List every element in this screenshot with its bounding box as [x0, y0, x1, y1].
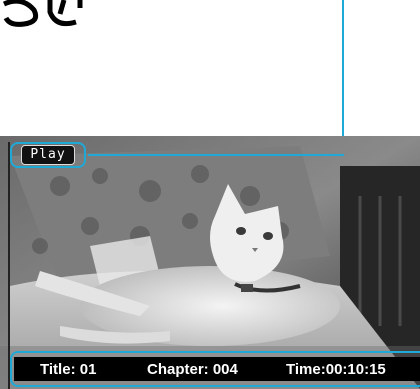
play-status-label: Play	[21, 145, 75, 165]
partial-character-glyph-icon	[0, 0, 120, 32]
status-bar-callout: Title: 01 Chapter: 004 Time:00:10:15	[10, 351, 420, 387]
status-bar: Title: 01 Chapter: 004 Time:00:10:15	[14, 357, 420, 381]
title-number: Title: 01	[40, 360, 97, 378]
play-status-callout: Play	[10, 142, 86, 168]
callout-leader-horizontal	[88, 154, 344, 156]
callout-leader-vertical	[342, 0, 344, 156]
chapter-number: Chapter: 004	[147, 360, 238, 378]
page: Play Title: 01 Chapter: 004 Time:00:10:1…	[0, 0, 420, 389]
elapsed-time: Time:00:10:15	[286, 360, 386, 378]
